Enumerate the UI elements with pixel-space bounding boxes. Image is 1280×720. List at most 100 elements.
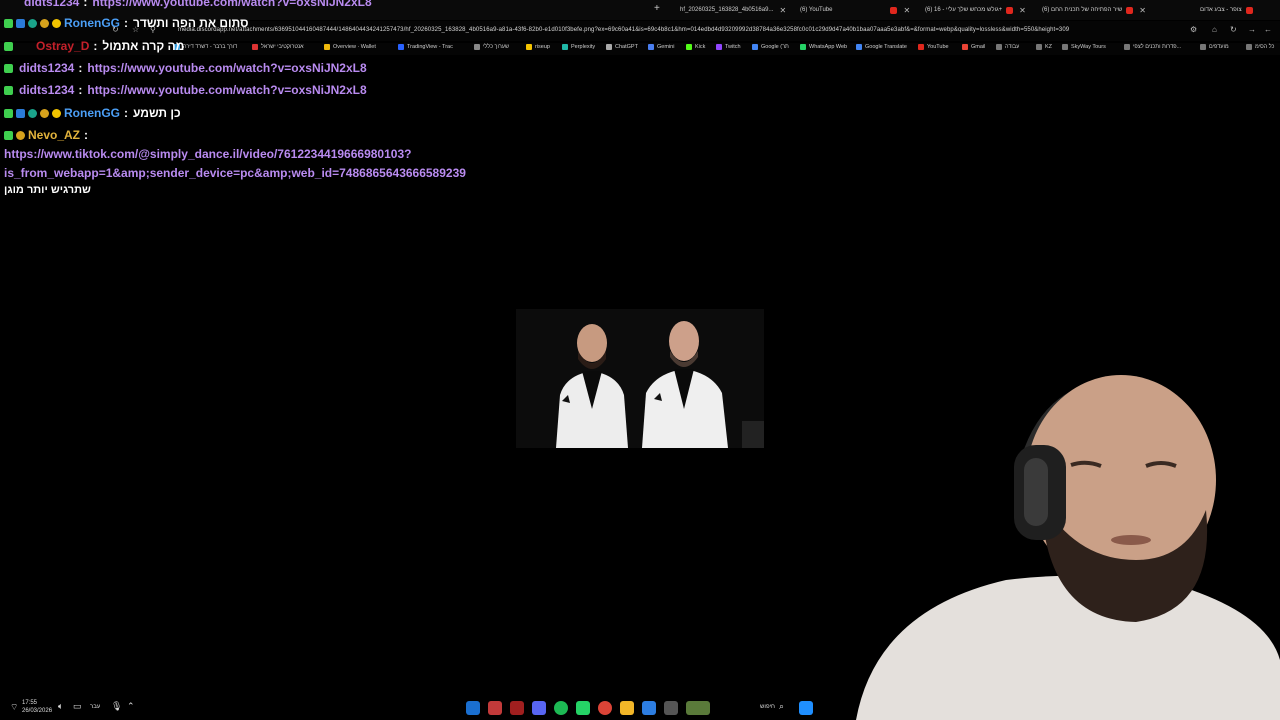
red-alert-icon bbox=[1245, 6, 1253, 14]
bookmark-icon bbox=[800, 44, 806, 50]
telegram-icon[interactable] bbox=[466, 701, 480, 715]
forward-icon[interactable]: → bbox=[1248, 25, 1256, 34]
bookmark-item[interactable]: Perplexity bbox=[562, 44, 595, 50]
bookmark-item[interactable]: כל הסימ bbox=[1246, 44, 1274, 50]
chat-link[interactable]: https://www.tiktok.com/@simply_dance.il/… bbox=[4, 147, 411, 161]
chat-text: סתום את הפה ותשדר bbox=[133, 16, 249, 30]
chat-username[interactable]: RonenGG bbox=[64, 16, 120, 30]
home-icon[interactable]: ⌂ bbox=[1212, 25, 1217, 34]
verified-badge-icon bbox=[28, 108, 37, 118]
bookmark-item[interactable]: TradingView - Trac bbox=[398, 44, 453, 50]
bookmark-icon bbox=[918, 44, 924, 50]
bookmark-item[interactable]: Gemini bbox=[648, 44, 674, 50]
bookmark-item[interactable]: SkyWay Tours bbox=[1062, 44, 1106, 50]
chat-message: RonenGG : סתום את הפה ותשדר bbox=[4, 16, 249, 30]
app-icon[interactable] bbox=[510, 701, 524, 715]
bookmark-icon bbox=[606, 44, 612, 50]
bookmark-item[interactable]: YouTube bbox=[918, 44, 949, 50]
chrome-icon[interactable] bbox=[598, 701, 612, 715]
tab-label: (6) שיר הפתיחה של תכנית החם bbox=[1042, 7, 1123, 13]
kick-badge-icon bbox=[4, 41, 13, 51]
chat-link-line: is_from_webapp=1&amp;sender_device=pc&am… bbox=[4, 166, 466, 180]
language-indicator[interactable]: עבר bbox=[90, 704, 100, 710]
close-icon[interactable]: ✕ bbox=[1019, 6, 1026, 15]
tab-red-alert[interactable]: צופר - צבע אדום bbox=[1200, 3, 1253, 17]
wifi-icon[interactable]: ⌔ bbox=[10, 702, 18, 713]
tab-label: (6) גולש מכחש שלך עליי - 16+ bbox=[925, 7, 1003, 13]
recording-app-icon[interactable] bbox=[488, 701, 502, 715]
tab-youtube[interactable]: (6) YouTube ✕ bbox=[800, 3, 910, 17]
bookmark-item[interactable]: ChatGPT bbox=[606, 44, 638, 50]
bookmark-item[interactable]: Overview · Wallet bbox=[324, 44, 376, 50]
close-icon[interactable]: ✕ bbox=[779, 6, 786, 15]
chat-link[interactable]: https://www.youtube.com/watch?v=oxsNiJN2… bbox=[87, 83, 366, 97]
moderator-badge-icon bbox=[16, 108, 25, 118]
chat-username[interactable]: didts1234 bbox=[19, 61, 74, 75]
back-icon[interactable]: ← bbox=[1264, 25, 1272, 34]
bookmark-item[interactable]: Google (תר bbox=[752, 44, 789, 50]
chevron-up-icon[interactable]: ⌃ bbox=[127, 701, 135, 712]
kick-badge-icon bbox=[4, 108, 13, 118]
file-explorer-icon[interactable] bbox=[620, 701, 634, 715]
microphone-icon[interactable]: 🎙︎ bbox=[111, 701, 122, 712]
tune-icon[interactable]: ⚙ bbox=[1190, 25, 1197, 34]
chat-username[interactable]: RonenGG bbox=[64, 106, 120, 120]
chat-text: מה קרה אתמול bbox=[102, 39, 185, 53]
chat-separator: : bbox=[124, 106, 128, 120]
windows-start-icon[interactable] bbox=[799, 701, 813, 715]
chat-username[interactable]: didts1234 bbox=[24, 0, 79, 9]
bookmark-icon bbox=[562, 44, 568, 50]
bookmark-item[interactable]: WhatsApp Web bbox=[800, 44, 847, 50]
bookmark-icon bbox=[398, 44, 404, 50]
bookmark-item[interactable]: פדרות ותכנים לצפי... bbox=[1124, 44, 1181, 50]
chat-link[interactable]: https://www.youtube.com/watch?v=oxsNiJN2… bbox=[87, 61, 366, 75]
bookmark-item[interactable]: עבודה bbox=[996, 44, 1019, 50]
discord-icon[interactable] bbox=[532, 701, 546, 715]
game-thumbnail-icon[interactable] bbox=[686, 701, 710, 715]
bookmark-icon bbox=[686, 44, 692, 50]
chat-message: didts1234 : https://www.youtube.com/watc… bbox=[4, 83, 367, 97]
chat-username[interactable]: didts1234 bbox=[19, 83, 74, 97]
bookmark-item[interactable]: אנטרוקטיבי ישראל bbox=[252, 44, 304, 50]
bookmark-item[interactable]: Gmail bbox=[962, 44, 985, 50]
chat-message: Nevo_AZ : bbox=[4, 128, 93, 142]
bookmark-item[interactable]: Twitch bbox=[716, 44, 741, 50]
bookmark-item[interactable]: שערוך כללי bbox=[474, 44, 509, 50]
bookmark-icon bbox=[962, 44, 968, 50]
new-tab-button[interactable]: + bbox=[654, 3, 660, 14]
close-icon[interactable]: ✕ bbox=[1139, 6, 1146, 15]
chat-link[interactable]: is_from_webapp=1&amp;sender_device=pc&am… bbox=[4, 166, 466, 180]
volume-icon[interactable]: 🔈︎ bbox=[58, 701, 63, 712]
chat-username[interactable]: Nevo_AZ bbox=[28, 128, 80, 142]
network-icon[interactable]: ▭ bbox=[73, 701, 82, 712]
streamer-webcam bbox=[846, 360, 1280, 720]
store-icon[interactable] bbox=[642, 701, 656, 715]
spotify-icon[interactable] bbox=[554, 701, 568, 715]
bookmark-icon bbox=[1124, 44, 1130, 50]
chat-link[interactable]: https://www.youtube.com/watch?v=oxsNiJN2… bbox=[92, 0, 371, 9]
bookmark-item[interactable]: מועדפים bbox=[1200, 44, 1229, 50]
chat-text: כן תשמע bbox=[133, 106, 181, 120]
clock-date: 26/03/2026 bbox=[22, 708, 53, 714]
refresh-icon[interactable]: ↻ bbox=[1230, 25, 1237, 34]
bookmark-icon bbox=[1246, 44, 1252, 50]
search-icon[interactable]: ⌕ bbox=[779, 701, 784, 712]
bookmark-item[interactable]: Kick bbox=[686, 44, 705, 50]
bookmark-icon bbox=[996, 44, 1002, 50]
close-icon[interactable]: ✕ bbox=[903, 6, 910, 15]
alert-badge-icon bbox=[52, 18, 61, 28]
chat-username[interactable]: Ostray_D bbox=[36, 39, 89, 53]
tab-active[interactable]: hf_20260325_163828_4b0516a9... ✕ bbox=[680, 3, 786, 17]
bookmark-icon bbox=[526, 44, 532, 50]
app-icon[interactable] bbox=[664, 701, 678, 715]
search-label[interactable]: חיפוש bbox=[760, 704, 775, 710]
url-input[interactable]: media.discordapp.net/attachments/6369510… bbox=[178, 27, 1069, 33]
bookmark-item[interactable]: KZ bbox=[1036, 44, 1052, 50]
tab-video-1[interactable]: (6) גולש מכחש שלך עליי - 16+ ✕ bbox=[925, 3, 1026, 17]
bookmark-item[interactable]: riseup bbox=[526, 44, 550, 50]
chat-separator: : bbox=[78, 83, 83, 97]
whatsapp-icon[interactable] bbox=[576, 701, 590, 715]
bookmark-icon bbox=[716, 44, 722, 50]
tab-video-2[interactable]: (6) שיר הפתיחה של תכנית החם ✕ bbox=[1042, 3, 1146, 17]
bookmark-item[interactable]: Google Translate bbox=[856, 44, 907, 50]
